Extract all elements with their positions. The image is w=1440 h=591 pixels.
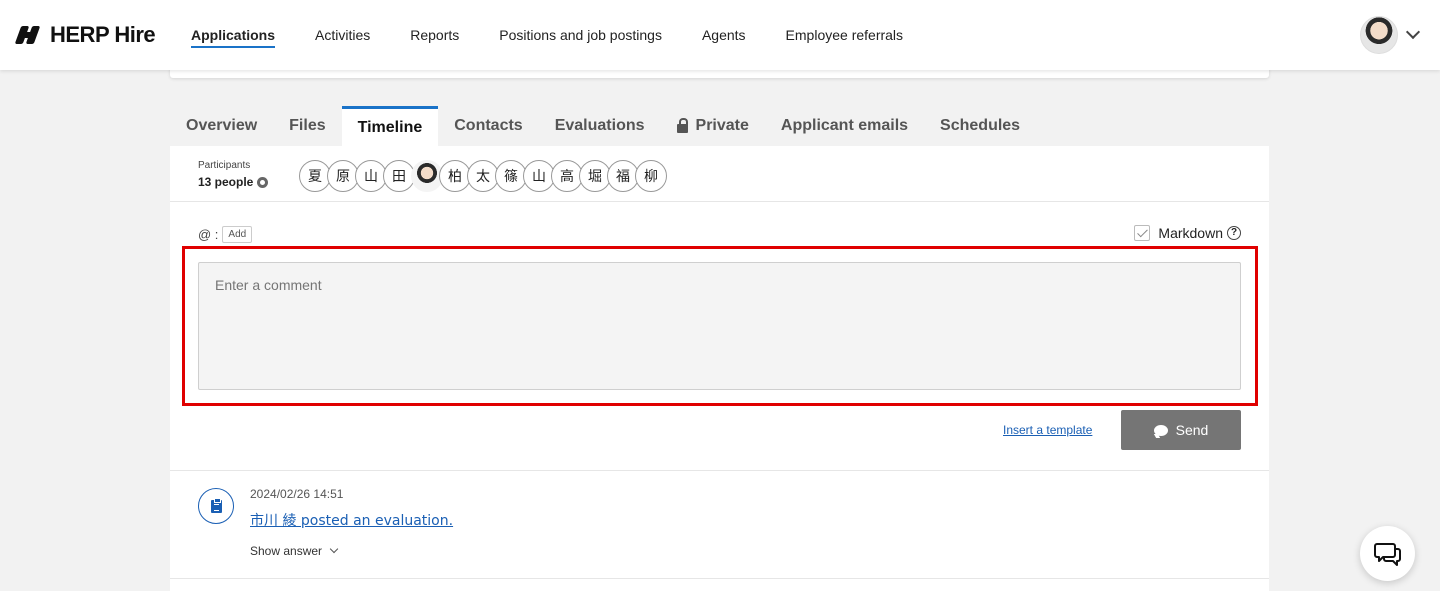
participant-avatars: 夏 原 山 田 柏 太 篠 山 高 堀 福 柳 (299, 160, 667, 192)
herp-hire-logo[interactable]: HERP Hire (14, 22, 156, 48)
show-answer-toggle[interactable]: Show answer (250, 544, 339, 558)
comment-input[interactable] (198, 262, 1241, 390)
tab-private-label: Private (695, 117, 749, 134)
participants-count[interactable]: 13 people (198, 175, 269, 189)
event-title-link[interactable]: 市川 綾 posted an evaluation. (250, 510, 453, 530)
add-mention-button[interactable]: Add (222, 226, 253, 243)
tab-evaluations[interactable]: Evaluations (539, 106, 661, 146)
user-menu[interactable] (1360, 16, 1421, 54)
nav-activities[interactable]: Activities (315, 0, 370, 70)
chevron-down-icon[interactable] (1405, 24, 1421, 40)
divider (170, 578, 1269, 579)
participants-bar: Participants 13 people 夏 原 山 田 柏 太 篠 山 高… (170, 146, 1269, 202)
tab-private[interactable]: Private (661, 106, 765, 146)
markdown-toggle[interactable]: Markdown ? (1134, 225, 1241, 241)
applicant-tabs: Overview Files Timeline Contacts Evaluat… (170, 106, 1036, 146)
markdown-checkbox[interactable] (1134, 225, 1151, 241)
logo-mark-icon (14, 23, 42, 47)
user-avatar[interactable] (1360, 16, 1398, 54)
participant-avatar[interactable]: 柳 (635, 160, 667, 192)
mention-prefix: @ : (198, 227, 219, 242)
participants-count-text: 13 people (198, 175, 254, 189)
tab-files[interactable]: Files (273, 106, 341, 146)
tab-overview[interactable]: Overview (170, 106, 273, 146)
chat-support-button[interactable] (1360, 526, 1415, 581)
main-nav: Applications Activities Reports Position… (191, 0, 943, 70)
markdown-label: Markdown (1158, 225, 1223, 241)
logo-text: HERP Hire (50, 22, 156, 47)
tab-timeline[interactable]: Timeline (341, 106, 439, 146)
speech-bubble-icon (1153, 424, 1168, 436)
gear-icon[interactable] (257, 176, 269, 188)
lock-icon (676, 117, 688, 133)
send-label: Send (1175, 422, 1209, 438)
nav-agents[interactable]: Agents (702, 0, 746, 70)
tab-applicant-emails[interactable]: Applicant emails (765, 106, 924, 146)
nav-employee-referrals[interactable]: Employee referrals (786, 0, 904, 70)
clipboard-icon (210, 497, 222, 513)
nav-positions-and-job-postings[interactable]: Positions and job postings (499, 0, 662, 70)
show-answer-label: Show answer (250, 544, 323, 558)
nav-reports[interactable]: Reports (410, 0, 459, 70)
tab-schedules[interactable]: Schedules (924, 106, 1036, 146)
evaluation-event-icon (198, 488, 234, 524)
chevron-down-icon (329, 544, 339, 554)
chat-bubbles-icon (1373, 542, 1401, 566)
top-navigation-bar: HERP Hire Applications Activities Report… (0, 0, 1440, 70)
mention-row: @ : Add (198, 226, 253, 243)
participants-label: Participants (198, 160, 251, 171)
tab-contacts[interactable]: Contacts (438, 106, 538, 146)
event-timestamp: 2024/02/26 14:51 (250, 487, 344, 501)
divider (170, 470, 1269, 471)
nav-applications[interactable]: Applications (191, 0, 276, 70)
send-button[interactable]: Send (1121, 410, 1241, 450)
help-icon[interactable]: ? (1227, 226, 1241, 240)
timeline-panel: Participants 13 people 夏 原 山 田 柏 太 篠 山 高… (170, 146, 1269, 591)
insert-template-link[interactable]: Insert a template (1003, 423, 1092, 437)
